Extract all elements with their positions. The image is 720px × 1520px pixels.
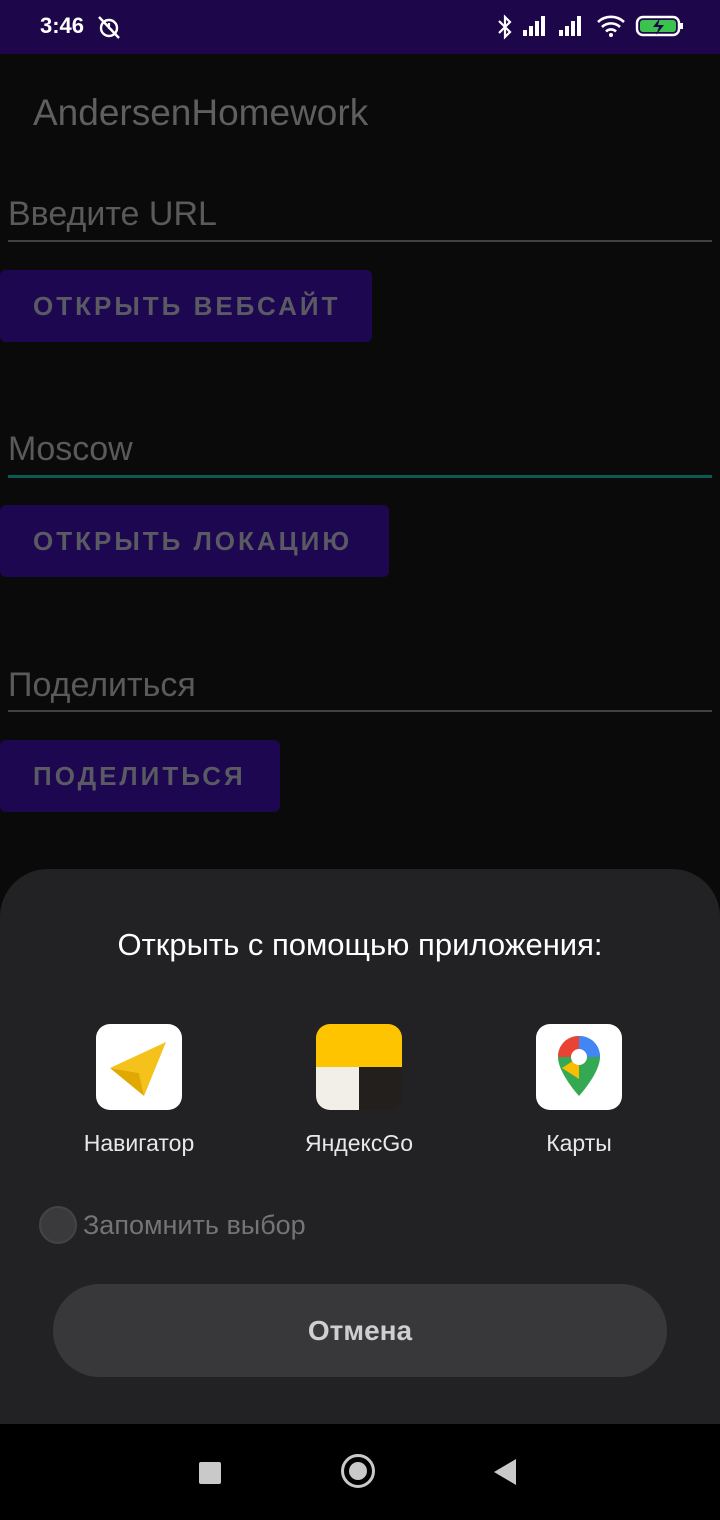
cancel-button[interactable]: Отмена [53, 1284, 667, 1377]
app-option-navigator[interactable]: Навигатор [39, 1024, 239, 1157]
remember-radio-icon[interactable] [39, 1206, 77, 1244]
url-input-underline [8, 240, 712, 242]
share-button[interactable]: ПОДЕЛИТЬСЯ [0, 740, 280, 812]
alarm-off-icon [96, 14, 122, 45]
location-input-value: Moscow [8, 430, 133, 468]
share-input-placeholder: Поделиться [8, 666, 196, 704]
remember-choice-label: Запомнить выбор [83, 1209, 306, 1240]
app-label-navigator: Навигатор [83, 1130, 195, 1156]
chooser-title: Открыть с помощью приложения: [117, 927, 603, 962]
yandex-go-icon [316, 1024, 402, 1110]
share-input-underline [8, 710, 712, 712]
app-label-yandexgo: ЯндексGo [304, 1130, 414, 1156]
location-input-underline [8, 475, 712, 478]
app-label-maps: Карты [546, 1130, 612, 1156]
status-time: 3:46 [40, 13, 85, 38]
open-location-button[interactable]: ОТКРЫТЬ ЛОКАЦИЮ [0, 505, 389, 577]
navigation-bar [0, 1424, 720, 1520]
app-chooser-sheet: Открыть с помощью приложения: Навигатор … [0, 869, 720, 1424]
url-input[interactable]: Введите URL [8, 195, 712, 243]
yandex-navigator-icon [96, 1024, 182, 1110]
signal-icon-2 [558, 14, 586, 43]
google-maps-icon [536, 1024, 622, 1110]
open-website-button[interactable]: ОТКРЫТЬ ВЕБСАЙТ [0, 270, 372, 342]
app-option-maps[interactable]: Карты [479, 1024, 679, 1157]
battery-charging-icon [635, 14, 685, 43]
recents-icon[interactable] [199, 1462, 221, 1484]
home-icon[interactable] [341, 1454, 375, 1488]
url-input-placeholder: Введите URL [8, 195, 217, 233]
wifi-icon [596, 14, 626, 43]
location-input[interactable]: Moscow [8, 430, 712, 480]
share-input[interactable]: Поделиться [8, 666, 712, 714]
remember-choice-checkbox[interactable]: Запомнить выбор [39, 1206, 306, 1244]
app-title: AndersenHomework [33, 92, 369, 133]
back-icon[interactable] [494, 1459, 516, 1485]
status-bar: 3:46 [0, 0, 720, 54]
bluetooth-icon [496, 14, 514, 45]
app-option-yandexgo[interactable]: ЯндексGo [259, 1024, 459, 1157]
signal-icon-1 [522, 14, 550, 43]
